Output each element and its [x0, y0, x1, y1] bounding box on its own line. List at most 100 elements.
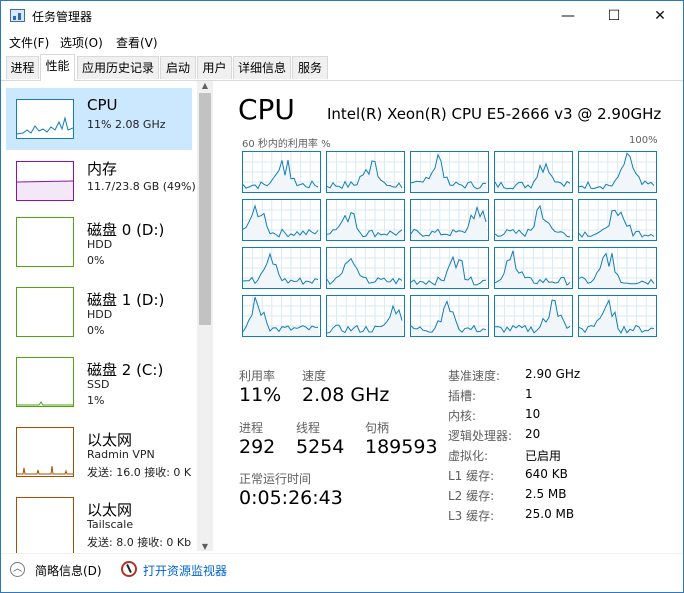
title-bar[interactable]: 任务管理器 — ☐ ✕	[1, 1, 683, 31]
handles-value: 189593	[365, 436, 438, 458]
resource-usage: 0%	[87, 324, 105, 337]
resource-disk-2[interactable]: 磁盘 2 (C:) SSD 1%	[6, 351, 192, 413]
close-button[interactable]: ✕	[637, 1, 683, 31]
detail-label: L2 缓存:	[448, 489, 495, 503]
detail-label: 基准速度:	[448, 369, 501, 383]
resource-ethernet-tailscale[interactable]: 以太网 Tailscale 发送: 8.0 接收: 0 Kb	[6, 491, 192, 557]
processes-label: 进程	[239, 421, 264, 435]
resource-disk-1[interactable]: 磁盘 1 (D:) HDD 0%	[6, 281, 192, 343]
tab-strip: 进程 性能 应用历史记录 启动 用户 详细信息 服务	[1, 54, 683, 81]
detail-label: 内核:	[448, 409, 477, 423]
tab-details[interactable]: 详细信息	[233, 56, 291, 79]
footer-bar: ︿ 简略信息(D) 打开资源监视器	[1, 553, 683, 592]
tab-processes[interactable]: 进程	[6, 56, 39, 79]
menu-bar: 文件(F) 选项(O) 查看(V)	[1, 31, 683, 53]
disk-thumbnail	[16, 357, 74, 407]
scroll-up-arrow-icon[interactable]: ▲	[197, 81, 213, 90]
resource-subtitle: 11.7/23.8 GB (49%)	[87, 180, 196, 193]
task-manager-icon	[10, 9, 25, 22]
resource-title: CPU	[87, 96, 118, 114]
resource-monitor-icon	[121, 561, 137, 577]
ethernet-thumbnail	[16, 427, 74, 477]
detail-value: 20	[525, 427, 541, 441]
resource-subtitle: 11% 2.08 GHz	[87, 118, 166, 131]
disk-thumbnail	[16, 287, 74, 337]
tab-performance[interactable]: 性能	[40, 54, 75, 81]
resource-type: SSD	[87, 378, 110, 391]
resource-adapter: Tailscale	[87, 518, 134, 531]
tab-startup[interactable]: 启动	[160, 56, 196, 79]
resource-type: HDD	[87, 238, 113, 251]
logical-processor-graph	[494, 247, 573, 289]
menu-file[interactable]: 文件(F)	[9, 34, 49, 51]
logical-processor-graph	[242, 247, 321, 289]
resource-adapter: Radmin VPN	[87, 448, 155, 461]
memory-thumbnail	[16, 161, 74, 201]
resource-title: 磁盘 2 (C:)	[87, 361, 164, 379]
logical-processor-graph	[242, 295, 321, 337]
open-resource-monitor-link[interactable]: 打开资源监视器	[143, 562, 227, 579]
logical-processor-graph	[410, 151, 489, 193]
tab-users[interactable]: 用户	[197, 56, 232, 79]
processes-value: 292	[239, 436, 276, 458]
detail-value: 25.0 MB	[525, 507, 575, 521]
handles-label: 句柄	[365, 421, 390, 435]
detail-label: L3 缓存:	[448, 509, 495, 523]
resource-title: 磁盘 0 (D:)	[87, 221, 165, 239]
cpu-model: Intel(R) Xeon(R) CPU E5-2666 v3 @ 2.90GH…	[327, 105, 662, 123]
resource-disk-0[interactable]: 磁盘 0 (D:) HDD 0%	[6, 211, 192, 273]
logical-processor-graph	[410, 199, 489, 241]
detail-value: 10	[525, 407, 541, 421]
task-manager-window: 任务管理器 — ☐ ✕ 文件(F) 选项(O) 查看(V) 进程 性能 应用历史…	[0, 0, 684, 593]
utilization-label: 利用率	[239, 369, 276, 383]
logical-processor-graph	[242, 151, 321, 193]
logical-processor-graph	[494, 151, 573, 193]
tab-app-history[interactable]: 应用历史记录	[77, 56, 159, 79]
logical-processor-graph	[578, 151, 657, 193]
detail-value: 2.90 GHz	[525, 367, 581, 381]
scrollbar-thumb[interactable]	[199, 93, 211, 325]
resource-title: 以太网	[87, 431, 133, 449]
threads-label: 线程	[296, 421, 321, 435]
logical-processor-graph	[578, 247, 657, 289]
resource-list: CPU 11% 2.08 GHz 内存 11.7/23.8 GB (49%) 磁…	[1, 81, 215, 557]
ethernet-thumbnail	[16, 497, 74, 557]
detail-value: 640 KB	[525, 467, 568, 481]
resource-cpu[interactable]: CPU 11% 2.08 GHz	[6, 88, 192, 150]
logical-processor-graph	[578, 295, 657, 337]
utilization-value: 11%	[239, 384, 282, 406]
logical-processor-graph	[410, 247, 489, 289]
resource-usage: 0%	[87, 254, 105, 267]
resource-title: 以太网	[87, 501, 133, 519]
resource-type: HDD	[87, 308, 113, 321]
cpu-heading: CPU	[238, 93, 295, 126]
resource-ethernet-radmin[interactable]: 以太网 Radmin VPN 发送: 16.0 接收: 0 K	[6, 421, 192, 483]
resource-title: 磁盘 1 (D:)	[87, 291, 165, 309]
detail-value: 1	[525, 387, 533, 401]
disk-thumbnail	[16, 217, 74, 267]
uptime-label: 正常运行时间	[239, 472, 312, 486]
menu-options[interactable]: 选项(O)	[60, 34, 103, 51]
fewer-details-link[interactable]: 简略信息(D)	[35, 562, 102, 579]
resource-throughput: 发送: 8.0 接收: 0 Kb	[87, 536, 192, 549]
logical-processor-graph	[326, 247, 405, 289]
logical-processor-graph	[326, 295, 405, 337]
chevron-up-icon[interactable]: ︿	[10, 562, 25, 577]
detail-label: 插槽:	[448, 389, 477, 403]
detail-label: 逻辑处理器:	[448, 429, 513, 443]
logical-processor-graph	[578, 199, 657, 241]
graph-label: 60 秒内的利用率 %	[242, 139, 331, 150]
resource-usage: 1%	[87, 394, 105, 407]
logical-processor-graph	[410, 295, 489, 337]
cpu-thumbnail	[16, 99, 74, 139]
scroll-down-arrow-icon[interactable]: ▼	[197, 542, 213, 551]
tab-services[interactable]: 服务	[292, 56, 328, 79]
detail-value: 2.5 MB	[525, 487, 567, 501]
logical-processor-graph	[326, 151, 405, 193]
logical-processor-graph	[326, 199, 405, 241]
resource-memory[interactable]: 内存 11.7/23.8 GB (49%)	[6, 150, 196, 212]
menu-view[interactable]: 查看(V)	[116, 34, 158, 51]
minimize-button[interactable]: —	[545, 1, 591, 31]
maximize-button[interactable]: ☐	[591, 1, 637, 31]
resource-list-scrollbar[interactable]: ▲ ▼	[197, 81, 213, 551]
